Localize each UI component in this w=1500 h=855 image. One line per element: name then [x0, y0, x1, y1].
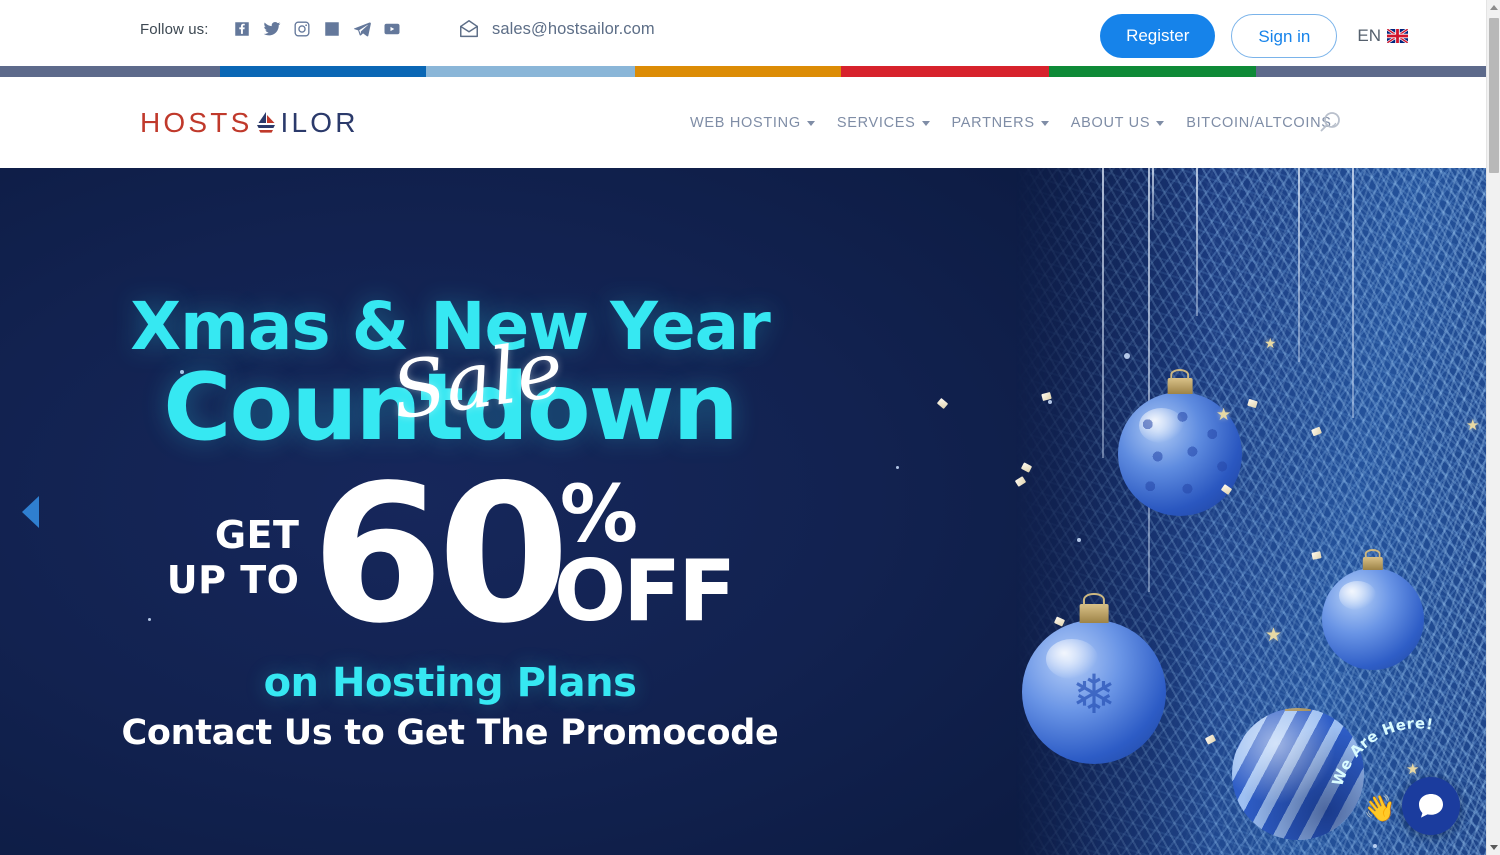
nav-item-bitcoin-altcoins[interactable]: BITCOIN/ALTCOINS: [1186, 115, 1331, 131]
ornament-string: [1148, 168, 1150, 592]
strip-segment-light-blue: [426, 66, 635, 77]
hero-off-label: OFF: [553, 542, 736, 641]
gold-star: ★: [1265, 625, 1283, 646]
hero-upto-line: UP TO: [166, 558, 300, 602]
twitter-icon[interactable]: [263, 20, 281, 38]
ornament-string: [1196, 168, 1198, 316]
nav-item-label: WEB HOSTING: [690, 114, 801, 131]
ornament-string: [1352, 168, 1354, 418]
scroll-thumb[interactable]: [1489, 18, 1499, 173]
linkedin-icon[interactable]: [323, 20, 341, 38]
instagram-icon[interactable]: [293, 20, 311, 38]
scroll-up-arrow-icon[interactable]: [1487, 0, 1500, 15]
nav-item-about-us[interactable]: ABOUT US: [1070, 114, 1165, 131]
youtube-icon[interactable]: [383, 20, 401, 38]
social-links-list: [233, 20, 401, 38]
page-viewport: Follow us: sales@hostsailor.com Register…: [0, 0, 1486, 855]
brand-color-strip: [0, 66, 1486, 77]
envelope-icon: [458, 18, 480, 40]
logo-text-part1: HOSTS: [140, 106, 253, 138]
strip-segment-orange: [634, 66, 842, 77]
telegram-icon[interactable]: [353, 20, 371, 38]
top-utility-bar: Follow us: sales@hostsailor.com Register…: [0, 0, 1486, 66]
sparkle-dot: [1373, 844, 1377, 848]
gold-star: ★: [1466, 417, 1480, 434]
hero-percent-sign: %: [559, 470, 638, 560]
ornament-string: [1152, 168, 1154, 220]
language-switcher[interactable]: EN: [1357, 26, 1408, 46]
ornament-snowflake-ball: ❄: [1022, 604, 1166, 764]
strip-segment-slate: [0, 66, 220, 77]
chat-bubble-icon[interactable]: [1402, 777, 1460, 835]
language-code: EN: [1357, 26, 1381, 45]
hero-offer-row: GET UP TO 60 % OFF: [0, 444, 900, 665]
strip-segment-red: [841, 66, 1050, 77]
carousel-prev-icon[interactable]: [22, 495, 39, 528]
nav-item-label: BITCOIN/ALTCOINS: [1186, 114, 1332, 131]
chevron-down-icon: [921, 121, 930, 126]
sparkle-dot: [1077, 538, 1081, 542]
hero-discount-number: 60: [311, 444, 569, 665]
strip-segment-green: [1049, 66, 1256, 77]
main-navigation-bar: HOSTS ILOR WEB HOSTING SERVICES PARTNERS AB…: [0, 77, 1486, 168]
auth-group: Register Sign in EN: [1100, 14, 1408, 58]
hero-get-line: GET: [214, 513, 300, 557]
sparkle-dot: [1048, 400, 1052, 404]
ornament-string: [1298, 168, 1300, 362]
hero-banner: ❄ ★ ★ ★ ★ ★ Xmas & New Year Countdown Sa…: [0, 168, 1486, 855]
hero-subline-plans: on Hosting Plans: [263, 660, 637, 706]
chevron-down-icon: [1156, 121, 1165, 126]
ornament-plain-ball: [1322, 556, 1424, 670]
page-scrollbar[interactable]: [1486, 0, 1500, 855]
sparkle-dot: [1124, 353, 1130, 359]
follow-us-group: Follow us:: [140, 20, 401, 38]
hero-copy-block: Xmas & New Year Countdown Sale GET UP TO…: [0, 168, 900, 855]
strip-segment-blue: [219, 66, 427, 77]
facebook-icon[interactable]: [233, 20, 251, 38]
waving-hand-icon: 👋: [1363, 793, 1396, 823]
scroll-down-arrow-icon[interactable]: [1487, 840, 1500, 855]
chevron-down-icon: [806, 121, 815, 126]
hero-percent-off-group: % OFF: [554, 470, 736, 634]
nav-menu: WEB HOSTING SERVICES PARTNERS ABOUT US BITCO…: [690, 115, 1332, 131]
sign-in-button[interactable]: Sign in: [1231, 14, 1338, 58]
strip-segment-slate-end: [1255, 66, 1486, 77]
logo-text-part2: ILOR: [280, 106, 359, 138]
chat-widget: We Are Here! 👋: [1328, 714, 1468, 841]
sailboat-icon: [253, 111, 279, 135]
nav-item-partners[interactable]: PARTNERS: [952, 115, 1049, 131]
register-button[interactable]: Register: [1100, 14, 1216, 58]
nav-item-label: PARTNERS: [951, 114, 1035, 131]
uk-flag-icon: [1387, 29, 1408, 43]
chevron-down-icon: [1040, 121, 1049, 126]
chat-prompt-label: We Are Here!: [1328, 714, 1468, 789]
hero-get-up-to-label: GET UP TO: [167, 513, 300, 603]
search-icon[interactable]: [1316, 109, 1344, 137]
nav-item-services[interactable]: SERVICES: [837, 115, 930, 131]
gold-star: ★: [1264, 335, 1277, 351]
nav-item-label: ABOUT US: [1070, 114, 1151, 131]
hero-subline-cta: Contact Us to Get The Promocode: [121, 713, 779, 753]
contact-email-group[interactable]: sales@hostsailor.com: [458, 18, 655, 40]
gold-star: ★: [1216, 405, 1232, 424]
follow-us-label: Follow us:: [140, 20, 209, 38]
email-address[interactable]: sales@hostsailor.com: [492, 20, 655, 39]
confetti-piece: [936, 397, 949, 410]
site-logo[interactable]: HOSTS ILOR: [140, 107, 359, 139]
nav-item-label: SERVICES: [836, 114, 916, 131]
ornament-string: [1102, 168, 1104, 458]
nav-item-web-hosting[interactable]: WEB HOSTING: [690, 115, 815, 131]
